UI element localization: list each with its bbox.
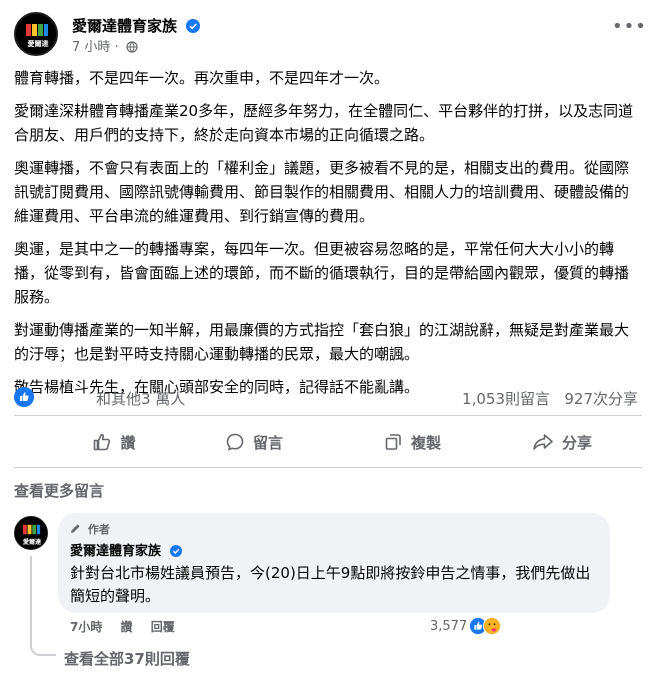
comment-reactions[interactable]: 3,577 <box>430 614 502 638</box>
eltav-logo-icon <box>25 23 49 37</box>
verified-badge-icon <box>169 545 182 557</box>
pen-icon <box>71 524 80 533</box>
copy-label: 複製 <box>410 433 441 452</box>
post-header: 愛爾達 愛爾達體育家族 7 小時 · ••• <box>14 12 646 58</box>
comment-bubble: 作者 愛爾達體育家族 針對台北市楊姓議員預告，今(20)日上午9點即將按鈴申告之… <box>58 513 610 613</box>
view-more-comments-link[interactable]: 查看更多留言 <box>14 480 104 501</box>
page-name-row: 愛爾達體育家族 <box>72 15 201 36</box>
post-time[interactable]: 7 小時 <box>72 40 110 55</box>
share-button[interactable]: 分享 <box>462 420 656 464</box>
comment-reply-button[interactable]: 回覆 <box>151 620 175 634</box>
post-paragraph: 奧運，是其中之一的轉播專案，每四年一次。但更被容易忽略的是，平常任何大大小小的轉… <box>14 240 630 306</box>
comment-author-name[interactable]: 愛爾達體育家族 <box>70 544 161 559</box>
comment-author-row: 愛爾達體育家族 <box>70 540 182 559</box>
post-body: 體育轉播，不是四年一次。再次重申，不是四年才一次。 愛爾達深耕體育轉播產業20多… <box>14 66 642 408</box>
comment-time[interactable]: 7小時 <box>70 620 102 634</box>
copy-icon <box>385 434 401 450</box>
share-label: 分享 <box>561 433 592 452</box>
comment-reaction-count: 3,577 <box>430 618 468 634</box>
avatar-text: 愛爾達 <box>22 539 41 546</box>
commenter-avatar[interactable]: 愛爾達 <box>14 516 48 550</box>
care-reaction-icon <box>483 617 502 635</box>
post-paragraph: 奧運轉播，不會只有表面上的「權利金」議題，更多被看不見的是，相關支出的費用。從國… <box>14 159 630 225</box>
page-name[interactable]: 愛爾達體育家族 <box>72 17 177 35</box>
comment-label: 留言 <box>252 433 283 452</box>
author-tag: 作者 <box>70 521 110 537</box>
comment-text: 針對台北市楊姓議員預告，今(20)日上午9點即將按鈴申告之情事，我們先做出簡短的… <box>70 564 591 605</box>
comment-bubble-icon <box>226 433 244 451</box>
comment-meta: 7小時 讚 回覆 <box>70 618 189 635</box>
like-label: 讚 <box>120 433 136 452</box>
meta-separator: · <box>114 40 119 55</box>
verified-badge-icon <box>186 19 201 33</box>
divider <box>14 467 642 468</box>
share-arrow-icon <box>533 434 553 450</box>
globe-icon <box>126 41 138 53</box>
comment-like-button[interactable]: 讚 <box>121 620 133 634</box>
post-meta: 7 小時 · <box>72 36 138 55</box>
eltav-logo-icon <box>22 524 41 535</box>
comment-count[interactable]: 1,053則留言 <box>462 388 550 409</box>
author-tag-label: 作者 <box>87 523 110 536</box>
reactions-count[interactable]: 和其他3 萬人 <box>96 388 185 409</box>
view-all-replies-link[interactable]: 查看全部37則回覆 <box>64 648 190 669</box>
like-reaction-icon[interactable] <box>14 387 34 407</box>
avatar-text: 愛爾達 <box>27 40 49 48</box>
page-avatar[interactable]: 愛爾達 <box>14 12 58 56</box>
post-paragraph: 體育轉播，不是四年一次。再次重申，不是四年才一次。 <box>14 69 390 87</box>
post-stats: 和其他3 萬人 1,053則留言 927次分享 <box>14 386 642 410</box>
post-paragraph: 對運動傳播產業的一知半解，用最廉價的方式指控「套白狼」的江湖說辭，無疑是對產業最… <box>14 321 630 363</box>
thumbs-up-icon <box>94 433 111 451</box>
post-paragraph: 愛爾達深耕體育轉播產業20多年，歷經多年努力，在全體同仁、平台夥伴的打拼，以及志… <box>14 102 634 144</box>
more-options-icon[interactable]: ••• <box>612 18 646 40</box>
divider <box>14 415 642 416</box>
share-count[interactable]: 927次分享 <box>564 388 638 409</box>
reply-thread-line <box>30 556 56 656</box>
post-actions: 讚 留言 複製 分享 <box>14 420 642 464</box>
